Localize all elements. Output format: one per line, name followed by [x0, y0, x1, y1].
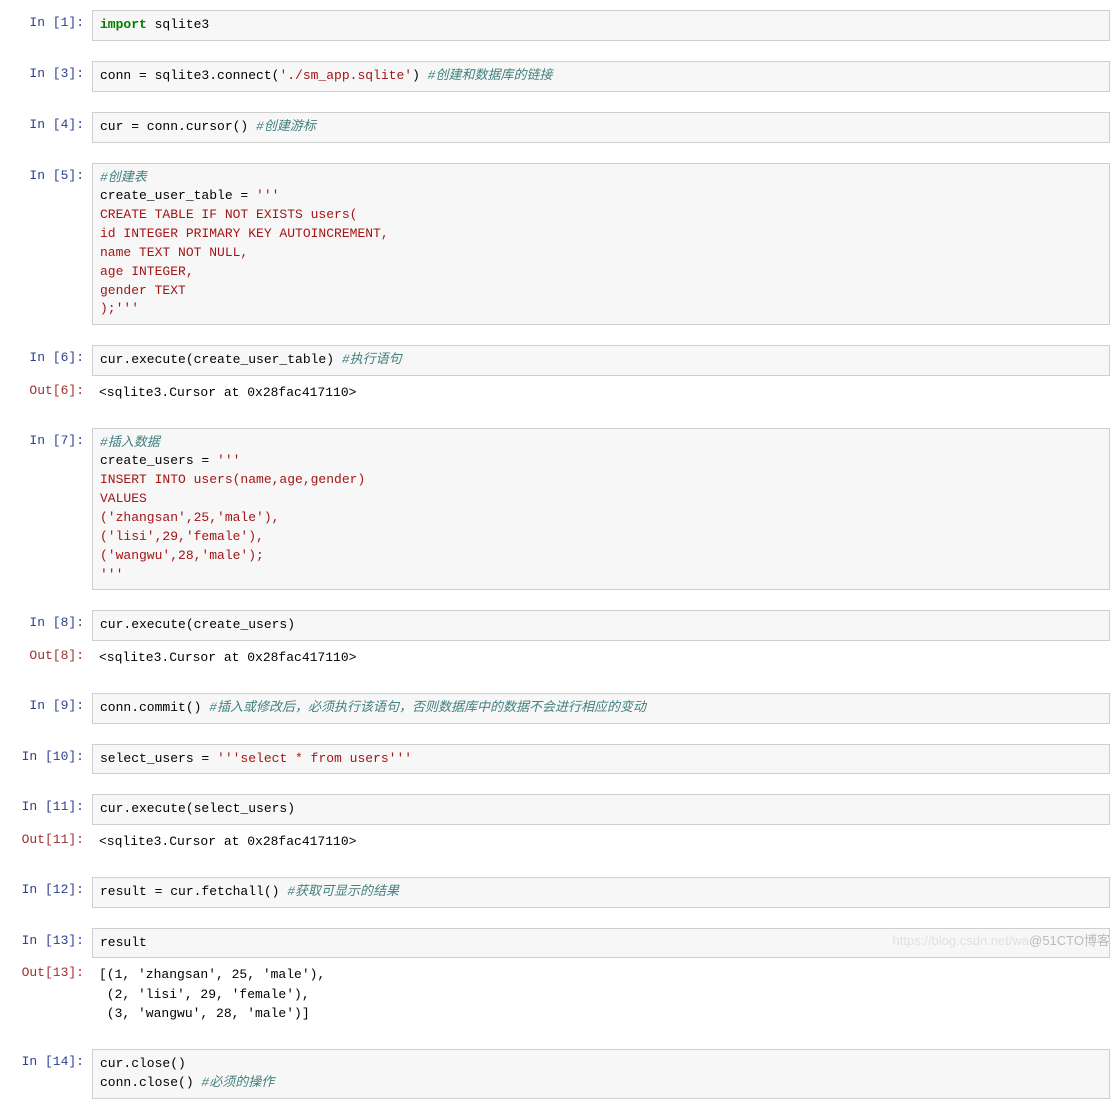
prompt-in-13: In [13]: — [10, 928, 92, 953]
cell-in-5: In [5]: #创建表 create_user_table = ''' CRE… — [10, 163, 1110, 326]
prompt-in-12: In [12]: — [10, 877, 92, 902]
cell-in-4: In [4]: cur = conn.cursor() #创建游标 — [10, 112, 1110, 143]
output-13: [(1, 'zhangsan', 25, 'male'), (2, 'lisi'… — [92, 960, 1110, 1029]
output-11: <sqlite3.Cursor at 0x28fac417110> — [92, 827, 1110, 857]
prompt-in-9: In [9]: — [10, 693, 92, 718]
prompt-out-6: Out[6]: — [10, 378, 92, 403]
prompt-in-8: In [8]: — [10, 610, 92, 635]
prompt-in-14: In [14]: — [10, 1049, 92, 1074]
cell-in-7: In [7]: #插入数据 create_users = ''' INSERT … — [10, 428, 1110, 591]
code-input-3[interactable]: conn = sqlite3.connect('./sm_app.sqlite'… — [92, 61, 1110, 92]
code-input-4[interactable]: cur = conn.cursor() #创建游标 — [92, 112, 1110, 143]
cell-out-11: Out[11]: <sqlite3.Cursor at 0x28fac41711… — [10, 827, 1110, 857]
prompt-out-8: Out[8]: — [10, 643, 92, 668]
prompt-out-11: Out[11]: — [10, 827, 92, 852]
cell-in-1: In [1]: import sqlite3 — [10, 10, 1110, 41]
code-input-14[interactable]: cur.close() conn.close() #必须的操作 — [92, 1049, 1110, 1099]
prompt-in-6: In [6]: — [10, 345, 92, 370]
code-input-9[interactable]: conn.commit() #插入或修改后，必须执行该语句，否则数据库中的数据不… — [92, 693, 1110, 724]
code-input-10[interactable]: select_users = '''select * from users''' — [92, 744, 1110, 775]
cell-in-10: In [10]: select_users = '''select * from… — [10, 744, 1110, 775]
prompt-in-4: In [4]: — [10, 112, 92, 137]
code-input-5[interactable]: #创建表 create_user_table = ''' CREATE TABL… — [92, 163, 1110, 326]
prompt-out-13: Out[13]: — [10, 960, 92, 985]
code-input-1[interactable]: import sqlite3 — [92, 10, 1110, 41]
code-input-8[interactable]: cur.execute(create_users) — [92, 610, 1110, 641]
code-input-6[interactable]: cur.execute(create_user_table) #执行语句 — [92, 345, 1110, 376]
cell-in-6: In [6]: cur.execute(create_user_table) #… — [10, 345, 1110, 376]
cell-out-8: Out[8]: <sqlite3.Cursor at 0x28fac417110… — [10, 643, 1110, 673]
cell-in-13: In [13]: result — [10, 928, 1110, 959]
output-6: <sqlite3.Cursor at 0x28fac417110> — [92, 378, 1110, 408]
cell-out-13: Out[13]: [(1, 'zhangsan', 25, 'male'), (… — [10, 960, 1110, 1029]
cell-in-11: In [11]: cur.execute(select_users) — [10, 794, 1110, 825]
cell-in-14: In [14]: cur.close() conn.close() #必须的操作 — [10, 1049, 1110, 1099]
output-8: <sqlite3.Cursor at 0x28fac417110> — [92, 643, 1110, 673]
prompt-in-3: In [3]: — [10, 61, 92, 86]
code-input-12[interactable]: result = cur.fetchall() #获取可显示的结果 — [92, 877, 1110, 908]
prompt-in-1: In [1]: — [10, 10, 92, 35]
prompt-in-11: In [11]: — [10, 794, 92, 819]
cell-in-3: In [3]: conn = sqlite3.connect('./sm_app… — [10, 61, 1110, 92]
prompt-in-10: In [10]: — [10, 744, 92, 769]
code-input-7[interactable]: #插入数据 create_users = ''' INSERT INTO use… — [92, 428, 1110, 591]
prompt-in-7: In [7]: — [10, 428, 92, 453]
cell-in-12: In [12]: result = cur.fetchall() #获取可显示的… — [10, 877, 1110, 908]
cell-in-8: In [8]: cur.execute(create_users) — [10, 610, 1110, 641]
prompt-in-5: In [5]: — [10, 163, 92, 188]
code-input-13[interactable]: result — [92, 928, 1110, 959]
cell-out-6: Out[6]: <sqlite3.Cursor at 0x28fac417110… — [10, 378, 1110, 408]
cell-in-9: In [9]: conn.commit() #插入或修改后，必须执行该语句，否则… — [10, 693, 1110, 724]
code-input-11[interactable]: cur.execute(select_users) — [92, 794, 1110, 825]
